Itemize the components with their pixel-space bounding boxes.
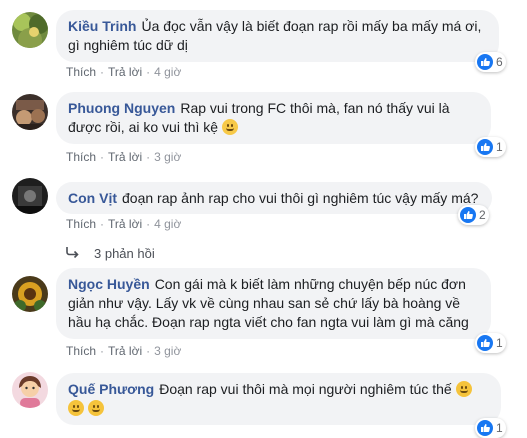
comment-author[interactable]: Ngọc Huyền <box>68 276 150 292</box>
reply-link[interactable]: Trả lời <box>108 150 142 164</box>
reaction-count: 1 <box>496 421 503 435</box>
like-link[interactable]: Thích <box>66 65 96 79</box>
avatar[interactable] <box>12 94 48 130</box>
avatar[interactable] <box>12 12 48 48</box>
reply-link[interactable]: Trả lời <box>108 344 142 358</box>
smile-emoji-icon <box>87 400 104 416</box>
reply-arrow-icon <box>66 246 80 261</box>
separator: · <box>146 65 151 79</box>
comment-time[interactable]: 3 giờ <box>154 344 181 358</box>
smile-emoji-icon <box>455 381 472 397</box>
comment-author[interactable]: Phuong Nguyen <box>68 100 175 116</box>
separator: · <box>100 217 105 231</box>
reply-link[interactable]: Trả lời <box>108 217 142 231</box>
comment-actions: Thích · Trả lời · 3 giờ <box>66 149 181 165</box>
like-icon <box>477 420 493 436</box>
replies-count-label[interactable]: 3 phản hồi <box>94 246 155 261</box>
comment-time[interactable]: 4 giờ <box>154 65 181 79</box>
comment-bubble: Con Vịt đoạn rap ảnh rap cho vui thôi gì … <box>56 182 492 214</box>
comment-time[interactable]: 3 giờ <box>154 150 181 164</box>
comment-bubble: Kiều Trinh Ủa đọc vẫn vậy là biết đoạn ra… <box>56 10 499 62</box>
like-icon <box>477 54 493 70</box>
reaction-badge[interactable]: 1 <box>475 137 506 157</box>
separator: · <box>146 150 151 164</box>
separator: · <box>146 217 151 231</box>
comment-text: Đoạn rap vui thôi mà mọi người nghiêm tú… <box>159 381 452 397</box>
comment-actions: Thích · Trả lời · 3 giờ <box>66 343 181 359</box>
comment-bubble: Quế Phương Đoạn rap vui thôi mà mọi người… <box>56 373 501 425</box>
reaction-count: 1 <box>496 140 503 154</box>
comment-time[interactable]: 4 giờ <box>154 217 181 231</box>
separator: · <box>100 344 105 358</box>
separator: · <box>100 65 105 79</box>
reply-link[interactable]: Trả lời <box>108 65 142 79</box>
like-link[interactable]: Thích <box>66 344 96 358</box>
comment-author[interactable]: Quế Phương <box>68 381 154 397</box>
reaction-count: 1 <box>496 336 503 350</box>
reaction-count: 2 <box>479 208 486 222</box>
avatar[interactable] <box>12 178 48 214</box>
reaction-badge[interactable]: 1 <box>475 333 506 353</box>
like-icon <box>477 335 493 351</box>
avatar[interactable] <box>12 276 48 312</box>
like-link[interactable]: Thích <box>66 150 96 164</box>
comment-bubble: Phuong Nguyen Rap vui trong FC thôi mà, f… <box>56 92 491 144</box>
reaction-badge[interactable]: 6 <box>475 52 506 72</box>
reaction-count: 6 <box>496 55 503 69</box>
like-icon <box>460 207 476 223</box>
separator: · <box>100 150 105 164</box>
comment-actions: Thích · Trả lời · 4 giờ <box>66 216 181 232</box>
reaction-badge[interactable]: 2 <box>458 205 489 225</box>
like-link[interactable]: Thích <box>66 217 96 231</box>
comment-author[interactable]: Kiều Trinh <box>68 18 136 34</box>
separator: · <box>146 344 151 358</box>
view-replies-link[interactable]: 3 phản hồi <box>66 246 155 261</box>
comment-text: đoạn rap ảnh rap cho vui thôi gì nghiêm … <box>122 190 479 206</box>
smile-emoji-icon <box>221 119 238 135</box>
avatar[interactable] <box>12 372 48 408</box>
reaction-badge[interactable]: 1 <box>475 418 506 438</box>
comment-actions: Thích · Trả lời · 4 giờ <box>66 64 181 80</box>
comment-bubble: Ngọc Huyền Con gái mà k biết làm những ch… <box>56 268 491 339</box>
like-icon <box>477 139 493 155</box>
smile-emoji-icon <box>68 400 84 416</box>
comment-author[interactable]: Con Vịt <box>68 190 117 206</box>
